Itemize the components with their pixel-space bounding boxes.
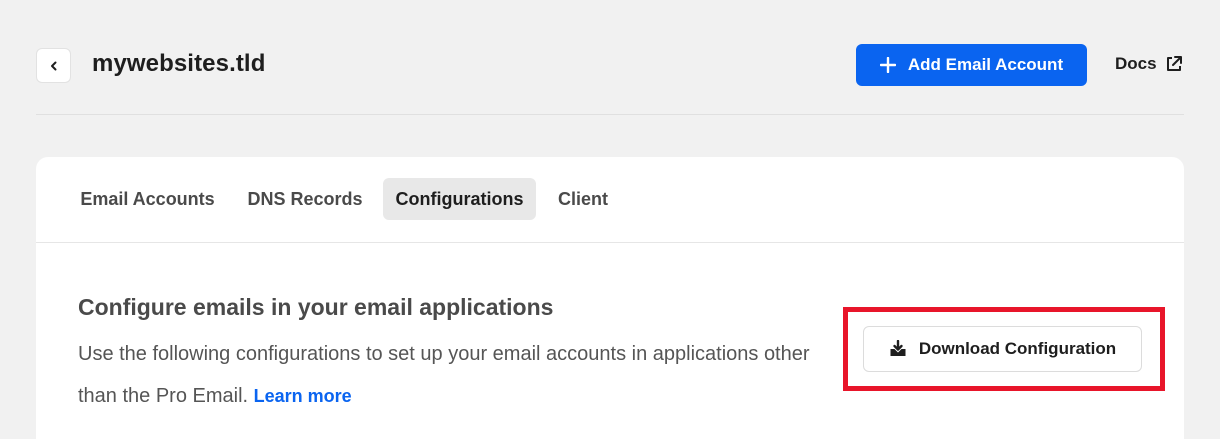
download-configuration-label: Download Configuration bbox=[918, 339, 1117, 358]
plus-icon bbox=[879, 57, 896, 73]
site-title: mywebsites.tld bbox=[92, 50, 266, 77]
section-description: Use the following configurations to set … bbox=[78, 333, 848, 417]
add-email-account-label: Add Email Account bbox=[907, 55, 1064, 74]
docs-label: Docs bbox=[1115, 54, 1157, 73]
docs-link[interactable]: Docs bbox=[1115, 54, 1183, 74]
download-tray-icon bbox=[890, 340, 906, 356]
header-divider bbox=[36, 114, 1184, 115]
back-button[interactable] bbox=[36, 48, 71, 83]
tab-dns-records[interactable]: DNS Records bbox=[236, 178, 374, 220]
tab-bar: Email Accounts DNS Records Configuration… bbox=[36, 157, 1184, 243]
tab-client[interactable]: Client bbox=[546, 178, 620, 220]
add-email-account-button[interactable]: Add Email Account bbox=[856, 44, 1087, 86]
description-text: Use the following configurations to set … bbox=[78, 343, 810, 407]
section-title: Configure emails in your email applicati… bbox=[78, 294, 554, 320]
tab-configurations[interactable]: Configurations bbox=[383, 178, 536, 220]
tab-email-accounts[interactable]: Email Accounts bbox=[70, 178, 225, 220]
download-configuration-button[interactable]: Download Configuration bbox=[863, 326, 1142, 372]
learn-more-link[interactable]: Learn more bbox=[254, 386, 352, 406]
chevron-left-icon bbox=[50, 61, 56, 70]
external-link-icon bbox=[1166, 56, 1182, 71]
configurations-card: Email Accounts DNS Records Configuration… bbox=[36, 157, 1184, 439]
